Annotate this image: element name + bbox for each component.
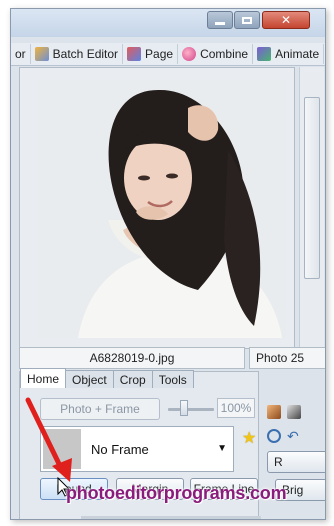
tab-label: Batch Editor xyxy=(52,47,119,61)
favorite-star-icon[interactable]: ★ xyxy=(242,428,256,448)
right-button-r[interactable]: R xyxy=(267,451,325,473)
tab-crop[interactable]: Crop xyxy=(112,370,153,388)
watermark-text: photoeditorprograms.com xyxy=(66,483,287,503)
frame-selected-value: No Frame xyxy=(91,442,149,457)
batch-editor-icon xyxy=(34,47,49,61)
tab-label: Combine xyxy=(200,47,249,61)
mode-tabs: or Batch Editor Page Combine Animate xyxy=(11,43,325,66)
tab-page[interactable]: Page xyxy=(123,44,179,64)
photo-info-label: Photo 25 xyxy=(249,347,325,369)
frame-thumbnail xyxy=(43,429,81,469)
tab-home[interactable]: Home xyxy=(20,368,67,388)
tab-editor[interactable]: or xyxy=(11,44,31,64)
tab-label: Page xyxy=(145,47,174,61)
scroll-thumb[interactable] xyxy=(304,97,320,279)
filename-label: A6828019-0.jpg xyxy=(19,347,245,369)
photo-image xyxy=(38,80,286,338)
opacity-input[interactable]: 100% xyxy=(217,398,255,418)
combine-icon xyxy=(182,47,197,61)
tab-label: Animate xyxy=(275,47,320,61)
color-swatch-icon[interactable] xyxy=(267,405,281,419)
tab-label: or xyxy=(15,47,26,61)
tab-object[interactable]: Object xyxy=(65,370,114,388)
photo-frame-button[interactable]: Photo + Frame xyxy=(40,398,160,420)
tab-tools[interactable]: Tools xyxy=(151,370,194,388)
tab-combine[interactable]: Combine xyxy=(178,44,254,64)
grayscale-icon[interactable] xyxy=(287,405,301,419)
page-icon xyxy=(127,47,142,61)
rotate-icon[interactable] xyxy=(267,429,281,443)
maximize-button[interactable] xyxy=(234,11,260,29)
panel-tabs: Home Object Crop Tools xyxy=(20,368,194,390)
undo-icon[interactable]: ↶ xyxy=(287,429,301,443)
dropdown-caret-icon: ▼ xyxy=(217,443,227,454)
hint-text-strip xyxy=(81,516,261,519)
minimize-button[interactable] xyxy=(207,11,233,29)
opacity-slider-track[interactable] xyxy=(168,408,214,411)
minimize-icon xyxy=(215,21,225,25)
title-bar: ✕ xyxy=(11,9,325,37)
close-button[interactable]: ✕ xyxy=(262,11,310,29)
frame-dropdown[interactable]: No Frame ▼ xyxy=(40,426,234,472)
maximize-icon xyxy=(242,16,252,24)
animate-icon xyxy=(257,47,272,61)
photo-preview-area xyxy=(19,67,295,349)
tab-animate[interactable]: Animate xyxy=(253,44,325,64)
vertical-scrollbar[interactable] xyxy=(299,67,324,349)
app-window: ✕ or Batch Editor Page Combine Animate A… xyxy=(10,8,326,520)
close-icon: ✕ xyxy=(280,13,292,27)
tab-batch-editor[interactable]: Batch Editor xyxy=(31,44,124,64)
opacity-slider-thumb[interactable] xyxy=(180,400,188,416)
